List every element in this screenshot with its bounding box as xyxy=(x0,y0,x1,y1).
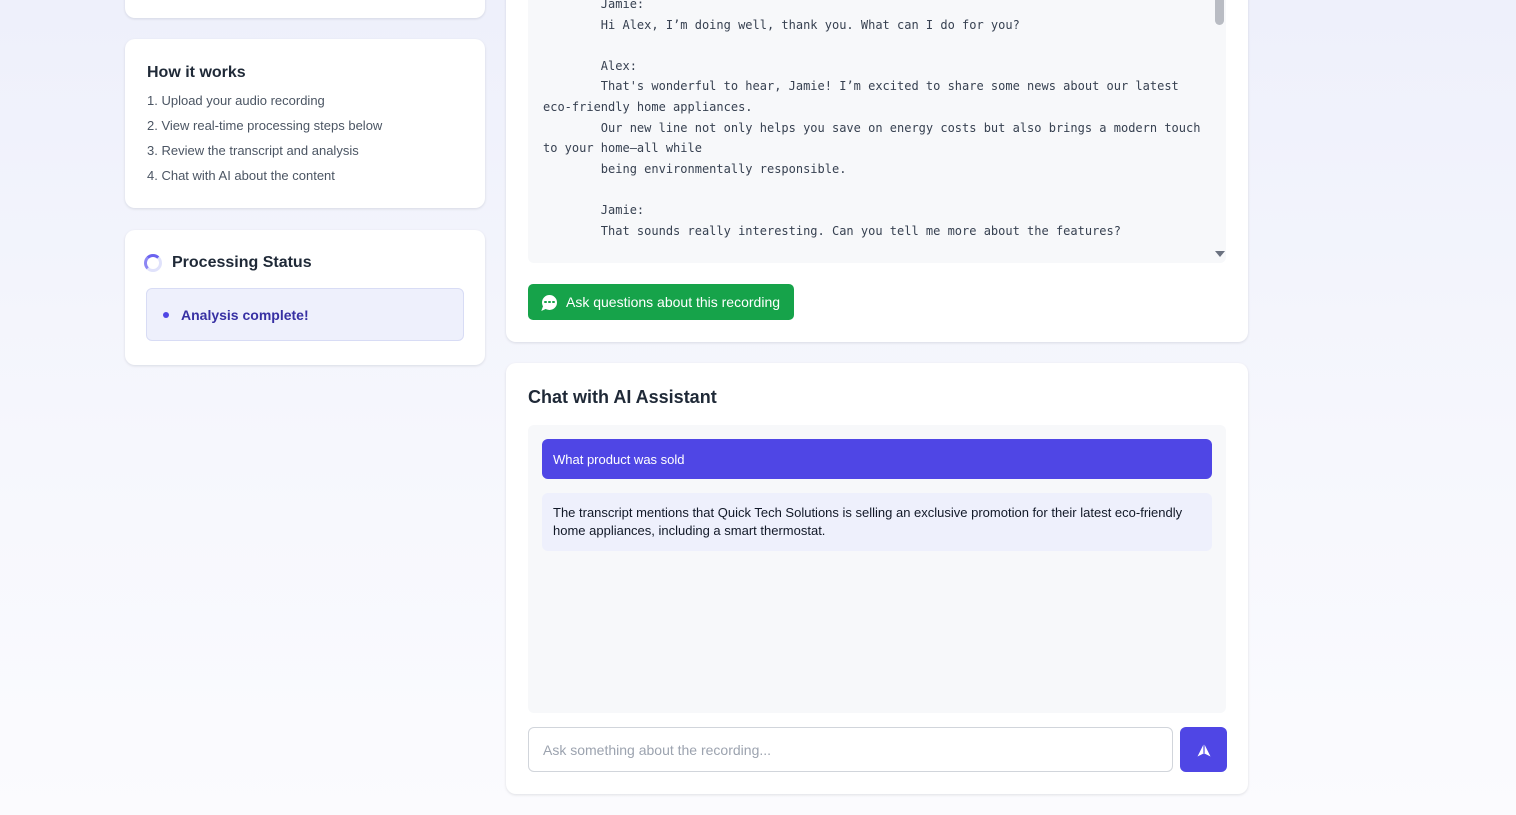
scroll-down-arrow-icon[interactable] xyxy=(1215,251,1225,257)
how-it-works-step: 2. View real-time processing steps below xyxy=(147,118,383,133)
chat-card: Chat with AI Assistant What product was … xyxy=(506,363,1248,794)
how-it-works-title: How it works xyxy=(147,64,246,81)
ask-questions-button[interactable]: Ask questions about this recording xyxy=(528,284,795,320)
status-message-box: Analysis complete! xyxy=(146,288,464,341)
how-it-works-step: 3. Review the transcript and analysis xyxy=(147,143,359,158)
send-arrow-icon xyxy=(1197,743,1210,756)
chat-messages-area: What product was sold The transcript men… xyxy=(528,425,1226,713)
bullet-dot-icon xyxy=(163,311,169,318)
status-message: Analysis complete! xyxy=(181,306,309,323)
ask-questions-label: Ask questions about this recording xyxy=(566,294,781,310)
chat-input[interactable] xyxy=(528,727,1173,772)
how-it-works-step: 4. Chat with AI about the content xyxy=(147,168,335,183)
transcript-card: Jamie: Hi Alex, I’m doing well, thank yo… xyxy=(506,0,1248,342)
upload-card xyxy=(125,0,485,18)
transcript-scrollbar-thumb[interactable] xyxy=(1215,0,1224,25)
processing-status-header: Processing Status xyxy=(144,254,464,272)
user-message: What product was sold xyxy=(542,439,1212,479)
transcript-box[interactable]: Jamie: Hi Alex, I’m doing well, thank yo… xyxy=(528,0,1226,263)
spinner-icon xyxy=(144,254,162,272)
chat-title: Chat with AI Assistant xyxy=(528,387,717,407)
processing-status-title: Processing Status xyxy=(172,254,312,271)
how-it-works-card: How it works 1. Upload your audio record… xyxy=(125,39,485,208)
send-button[interactable] xyxy=(1180,727,1227,772)
assistant-message: The transcript mentions that Quick Tech … xyxy=(542,493,1212,551)
chat-bubble-icon xyxy=(542,294,557,310)
transcript-text: Jamie: Hi Alex, I’m doing well, thank yo… xyxy=(543,0,1201,238)
processing-status-card: Processing Status Analysis complete! xyxy=(125,230,485,365)
how-it-works-step: 1. Upload your audio recording xyxy=(147,93,325,108)
